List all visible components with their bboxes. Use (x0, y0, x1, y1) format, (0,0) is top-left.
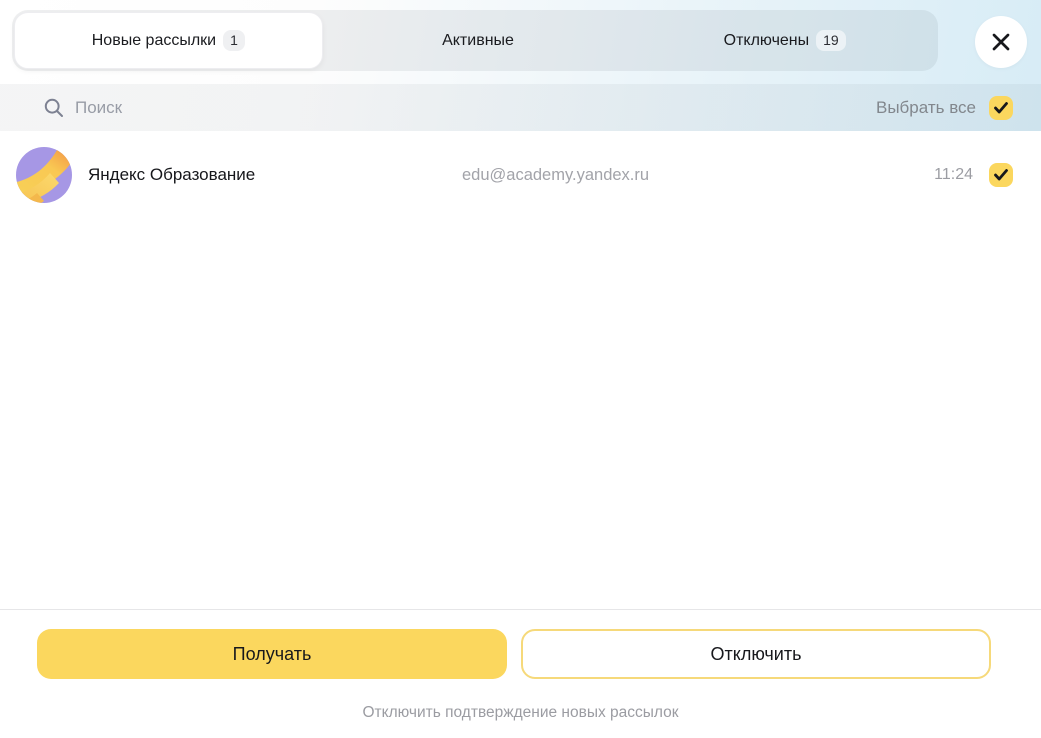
check-icon (994, 169, 1008, 181)
search-bar: Выбрать все (0, 84, 1041, 131)
receive-button[interactable]: Получать (37, 629, 507, 679)
footer: Получать Отключить Отключить подтвержден… (0, 609, 1041, 738)
unsubscribe-button[interactable]: Отключить (521, 629, 991, 679)
subscription-row[interactable]: Яндекс Образование edu@academy.yandex.ru… (0, 131, 1041, 219)
tab-label: Активные (442, 32, 514, 50)
subscriptions-modal: Новые рассылки 1 Активные Отключены 19 В… (0, 0, 1041, 738)
search-icon (44, 98, 64, 118)
subscription-list: Яндекс Образование edu@academy.yandex.ru… (0, 131, 1041, 609)
disable-confirmation-link[interactable]: Отключить подтверждение новых рассылок (0, 704, 1041, 722)
message-time: 11:24 (934, 131, 973, 219)
tab-count-badge: 19 (816, 30, 846, 51)
select-all-label: Выбрать все (876, 98, 976, 118)
sender-email: edu@academy.yandex.ru (462, 131, 649, 219)
tab-label: Отключены (724, 32, 810, 50)
tab-active-mailings[interactable]: Активные (325, 10, 632, 71)
tab-bar: Новые рассылки 1 Активные Отключены 19 (12, 10, 938, 71)
check-icon (994, 102, 1008, 114)
footer-divider (0, 609, 1041, 610)
close-icon (990, 31, 1012, 53)
header: Новые рассылки 1 Активные Отключены 19 В… (0, 0, 1041, 131)
search-input[interactable] (75, 98, 876, 118)
row-checkbox[interactable] (989, 163, 1013, 187)
tab-label: Новые рассылки (92, 32, 216, 50)
tab-count-badge: 1 (223, 30, 245, 51)
sender-avatar-yandex-education-logo (16, 147, 72, 203)
tab-new-mailings[interactable]: Новые рассылки 1 (14, 12, 323, 69)
tab-disabled-mailings[interactable]: Отключены 19 (631, 10, 938, 71)
close-button[interactable] (975, 16, 1027, 68)
sender-name: Яндекс Образование (88, 131, 255, 219)
select-all-checkbox[interactable] (989, 96, 1013, 120)
